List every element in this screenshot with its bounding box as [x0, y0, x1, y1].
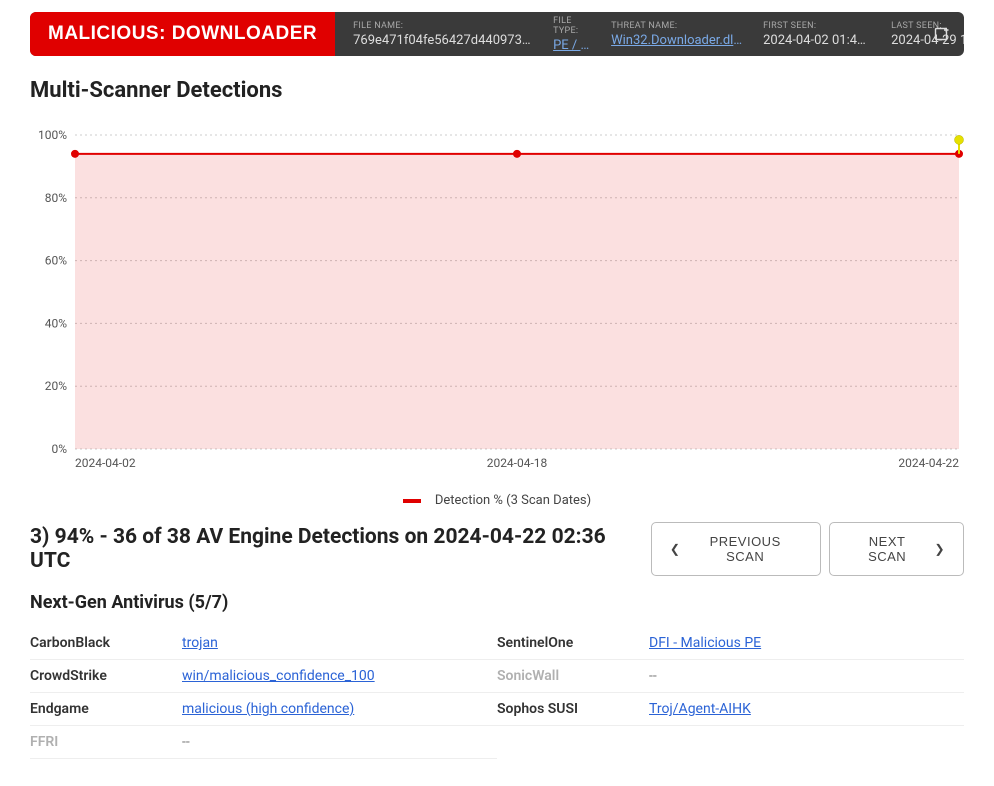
table-row: Sophos SUSI Troj/Agent-AIHK: [497, 693, 964, 726]
svg-text:2024-04-18: 2024-04-18: [487, 456, 548, 470]
chart-legend: Detection % (3 Scan Dates): [30, 493, 964, 508]
svg-text:2024-04-22: 2024-04-22: [898, 456, 959, 470]
svg-text:80%: 80%: [45, 191, 67, 205]
previous-scan-label: PREVIOUS SCAN: [688, 534, 801, 564]
table-row: FFRI --: [30, 726, 497, 759]
av-vendor: SonicWall: [497, 668, 637, 684]
av-section-title: Next-Gen Antivirus (5/7): [30, 592, 964, 613]
meta-firstseen-label: FIRST SEEN:: [763, 21, 871, 31]
scan-summary-section: 3) 94% - 36 of 38 AV Engine Detections o…: [0, 522, 994, 759]
table-row: SentinelOne DFI - Malicious PE: [497, 627, 964, 660]
previous-scan-button[interactable]: ❮ PREVIOUS SCAN: [651, 522, 821, 576]
meta-threatname-label: THREAT NAME:: [611, 21, 743, 31]
scan-headline-row: 3) 94% - 36 of 38 AV Engine Detections o…: [30, 522, 964, 576]
table-row: CarbonBlack trojan: [30, 627, 497, 660]
meta-filename-label: FILE NAME:: [353, 21, 533, 31]
file-header: MALICIOUS: DOWNLOADER FILE NAME: 769e471…: [30, 12, 964, 56]
next-scan-label: NEXT SCAN: [848, 534, 927, 564]
meta-firstseen: FIRST SEEN: 2024-04-02 01:48 U…: [753, 16, 881, 53]
svg-text:60%: 60%: [45, 254, 67, 268]
chart-svg: 0% 20% 40% 60% 80% 100% 2024-04-02 2024-04-18 20…: [30, 127, 964, 477]
legend-swatch: [403, 499, 421, 503]
legend-label: Detection % (3 Scan Dates): [435, 493, 591, 508]
scan-headline: 3) 94% - 36 of 38 AV Engine Detections o…: [30, 525, 651, 573]
svg-text:40%: 40%: [45, 316, 67, 330]
meta-filetype-label: FILE TYPE:: [553, 16, 591, 36]
table-row: SonicWall --: [497, 660, 964, 693]
chevron-left-icon: ❮: [670, 542, 681, 556]
av-verdict[interactable]: win/malicious_confidence_100: [182, 668, 375, 684]
classification-badge: MALICIOUS: DOWNLOADER: [30, 12, 335, 56]
av-verdict[interactable]: malicious (high confidence): [182, 701, 354, 717]
chevron-right-icon: ❯: [934, 542, 945, 556]
meta-filetype: FILE TYPE: PE / E…: [543, 12, 601, 56]
table-row: CrowdStrike win/malicious_confidence_100: [30, 660, 497, 693]
svg-text:100%: 100%: [38, 128, 67, 142]
av-verdict[interactable]: DFI - Malicious PE: [649, 635, 761, 651]
meta-threatname-value[interactable]: Win32.Downloader.dlUpatr…: [611, 33, 743, 48]
meta-filetype-value[interactable]: PE / E…: [553, 38, 591, 53]
page-title: Multi-Scanner Detections: [30, 78, 964, 103]
scan-nav: ❮ PREVIOUS SCAN NEXT SCAN ❯: [651, 522, 964, 576]
meta-filename-value: 769e471f04fe56427d440973dad4f…: [353, 33, 533, 48]
av-vendor: FFRI: [30, 734, 170, 750]
next-scan-button[interactable]: NEXT SCAN ❯: [829, 522, 964, 576]
av-verdict: --: [649, 668, 657, 684]
file-meta-group: FILE NAME: 769e471f04fe56427d440973dad4f…: [335, 12, 920, 56]
av-vendor: SentinelOne: [497, 635, 637, 651]
chart-section: Multi-Scanner Detections 0% 20% 40% 60% 80% 1…: [0, 56, 994, 508]
av-vendor: Sophos SUSI: [497, 701, 637, 717]
add-note-icon[interactable]: [920, 12, 964, 56]
av-vendor: Endgame: [30, 701, 170, 717]
svg-text:2024-04-02: 2024-04-02: [75, 456, 136, 470]
av-vendor: CrowdStrike: [30, 668, 170, 684]
av-verdict: --: [182, 734, 190, 750]
av-verdict[interactable]: trojan: [182, 635, 218, 651]
table-row: Endgame malicious (high confidence): [30, 693, 497, 726]
svg-text:20%: 20%: [45, 379, 67, 393]
av-table: CarbonBlack trojan CrowdStrike win/maliciou…: [30, 627, 964, 759]
meta-filename: FILE NAME: 769e471f04fe56427d440973dad4f…: [343, 16, 543, 53]
meta-firstseen-value: 2024-04-02 01:48 U…: [763, 33, 871, 48]
svg-text:0%: 0%: [51, 442, 67, 456]
meta-threatname: THREAT NAME: Win32.Downloader.dlUpatr…: [601, 16, 753, 53]
av-verdict[interactable]: Troj/Agent-AIHK: [649, 701, 751, 717]
detection-chart: 0% 20% 40% 60% 80% 100% 2024-04-02 2024-04-18 20…: [30, 127, 964, 477]
av-vendor: CarbonBlack: [30, 635, 170, 651]
